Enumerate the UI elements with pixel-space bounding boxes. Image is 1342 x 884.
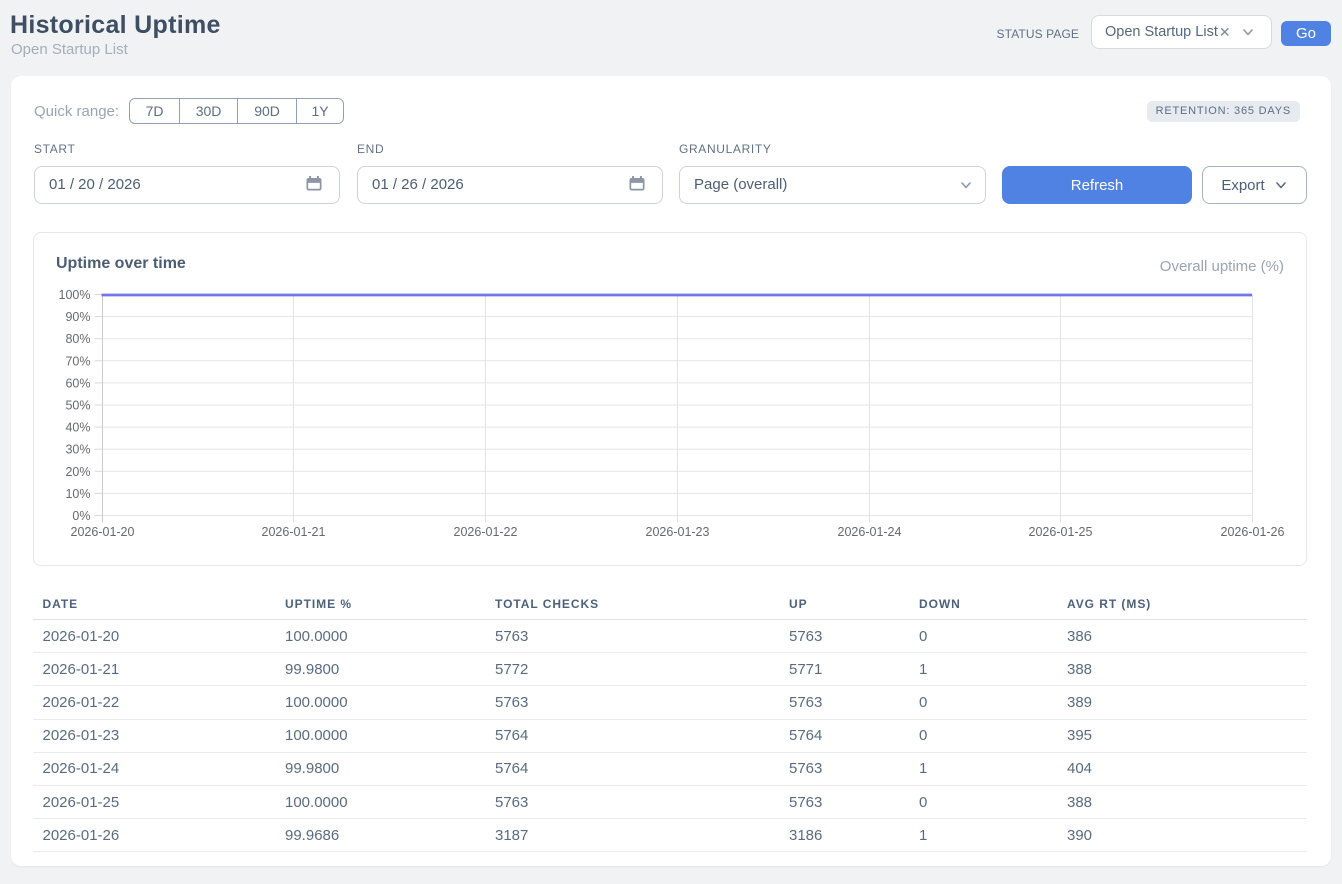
svg-text:90%: 90% [65, 310, 90, 324]
svg-text:2026-01-26: 2026-01-26 [1221, 525, 1285, 539]
svg-text:50%: 50% [65, 398, 90, 412]
svg-text:20%: 20% [65, 464, 90, 478]
svg-text:80%: 80% [65, 332, 90, 346]
svg-text:30%: 30% [65, 442, 90, 456]
svg-text:70%: 70% [65, 354, 90, 368]
svg-text:10%: 10% [65, 486, 90, 500]
svg-text:2026-01-25: 2026-01-25 [1029, 525, 1093, 539]
svg-text:0%: 0% [72, 509, 90, 523]
svg-text:2026-01-21: 2026-01-21 [262, 525, 326, 539]
svg-text:100%: 100% [59, 288, 91, 302]
svg-text:2026-01-24: 2026-01-24 [838, 525, 902, 539]
svg-text:40%: 40% [65, 420, 90, 434]
svg-text:2026-01-20: 2026-01-20 [71, 525, 135, 539]
svg-text:2026-01-22: 2026-01-22 [454, 525, 518, 539]
svg-text:60%: 60% [65, 376, 90, 390]
svg-text:2026-01-23: 2026-01-23 [646, 525, 710, 539]
